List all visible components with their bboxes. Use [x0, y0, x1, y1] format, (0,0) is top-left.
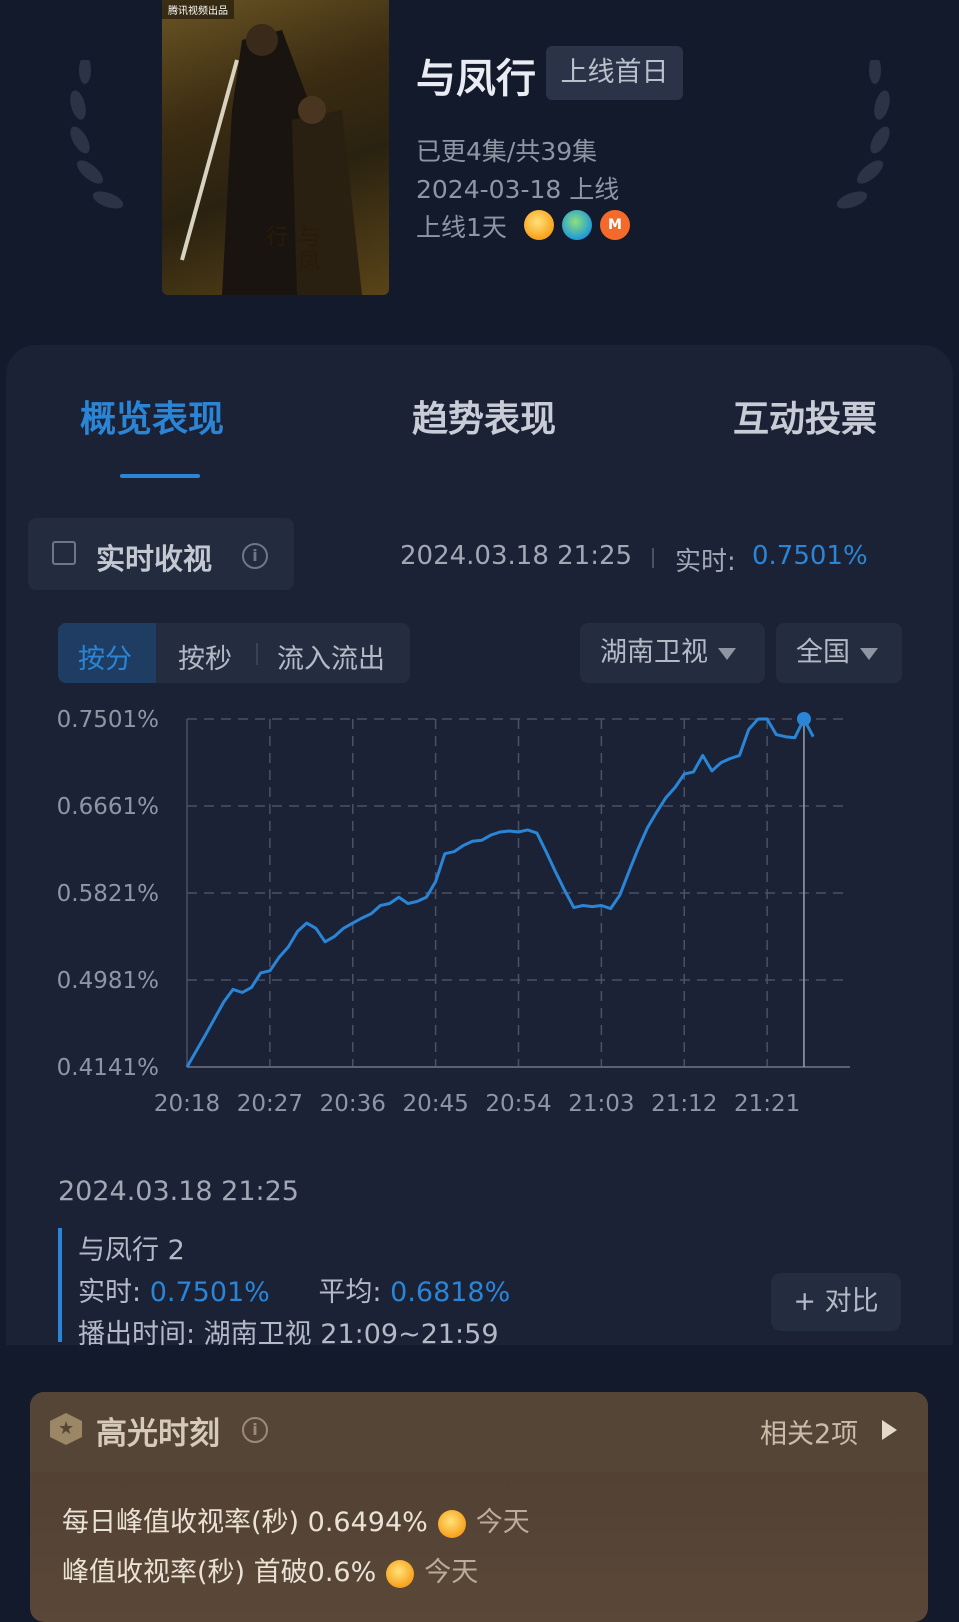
segment-flow[interactable]: 流入流出 — [277, 637, 385, 676]
detail-episode: 与凤行 2 — [78, 1228, 185, 1267]
mgtv-icon[interactable]: M — [600, 210, 630, 240]
tv-icon — [52, 541, 76, 565]
poster-logo: 与凤行 — [258, 225, 322, 295]
highlight-item[interactable]: 峰值收视率(秒) 首破0.6% 今天 — [62, 1550, 478, 1589]
show-poster[interactable]: 腾讯视频出品 与凤行 — [162, 0, 389, 295]
highlight-when: 今天 — [424, 1557, 478, 1588]
highlight-text: 每日峰值收视率(秒) 0.6494% — [62, 1507, 428, 1538]
detail-avg-label: 平均: — [318, 1277, 381, 1308]
y-tick-label: 0.6661% — [57, 794, 159, 820]
poster-badge: 腾讯视频出品 — [162, 0, 234, 19]
mango-tv-coin-icon — [438, 1510, 466, 1538]
realtime-timestamp: 2024.03.18 21:25 — [400, 541, 632, 571]
detail-values: 实时: 0.7501% 平均: 0.6818% — [78, 1270, 510, 1309]
x-tick-label: 20:36 — [320, 1091, 386, 1117]
x-tick-label: 21:21 — [734, 1091, 800, 1117]
series-color-bar — [58, 1228, 62, 1342]
highlight-when: 今天 — [476, 1507, 530, 1538]
detail-date: 2024.03.18 21:25 — [58, 1176, 299, 1207]
highlight-item[interactable]: 每日峰值收视率(秒) 0.6494% 今天 — [62, 1500, 530, 1539]
segment-by-minute[interactable]: 按分 — [78, 637, 132, 676]
detail-airtime: 播出时间: 湖南卫视 21:09~21:59 — [78, 1312, 499, 1351]
detail-avg-value: 0.6818% — [390, 1277, 510, 1308]
laurel-right-icon — [830, 60, 900, 220]
release-tag: 上线首日 — [546, 46, 683, 100]
tab-trend[interactable]: 趋势表现 — [412, 390, 556, 442]
chevron-down-icon — [718, 648, 736, 660]
segment-by-second[interactable]: 按秒 — [178, 637, 232, 676]
rating-line-chart[interactable]: 0.7501% 0.6661% 0.5821% 0.4981% 0.4141% 20:18… — [40, 700, 920, 1140]
x-tick-label: 21:12 — [651, 1091, 717, 1117]
platform-list: M — [524, 210, 630, 240]
region-dropdown[interactable]: 全国 — [776, 623, 902, 683]
y-tick-label: 0.5821% — [57, 881, 159, 907]
cursor-marker — [797, 712, 811, 726]
x-tick-label: 20:18 — [154, 1091, 220, 1117]
tab-vote[interactable]: 互动投票 — [733, 390, 877, 442]
release-date: 2024-03-18 上线 — [416, 170, 619, 206]
highlight-text: 峰值收视率(秒) 首破0.6% — [62, 1557, 376, 1588]
tab-active-indicator — [120, 474, 200, 478]
highlights-title: 高光时刻 — [96, 1408, 220, 1453]
episode-count: 已更4集/共39集 — [416, 132, 597, 168]
info-icon[interactable]: i — [242, 1417, 268, 1443]
region-value: 全国 — [796, 637, 850, 668]
mango-tv-coin-icon — [386, 1560, 414, 1588]
show-title: 与凤行 — [416, 46, 536, 104]
segment-divider — [256, 643, 258, 665]
x-tick-label: 21:03 — [568, 1091, 634, 1117]
detail-live-label: 实时: — [78, 1277, 141, 1308]
days-online: 上线1天 — [416, 208, 507, 244]
y-tick-label: 0.4981% — [57, 968, 159, 994]
x-tick-label: 20:27 — [237, 1091, 303, 1117]
detail-live-value: 0.7501% — [150, 1277, 270, 1308]
mango-tv-coin-icon[interactable] — [524, 210, 554, 240]
channel-dropdown[interactable]: 湖南卫视 — [580, 623, 765, 683]
x-tick-label: 20:45 — [402, 1091, 468, 1117]
realtime-live-value: 0.7501% — [752, 541, 868, 571]
divider — [652, 548, 654, 568]
tab-overview[interactable]: 概览表现 — [80, 390, 224, 442]
y-tick-label: 0.4141% — [57, 1055, 159, 1081]
compare-button[interactable]: + 对比 — [771, 1273, 901, 1331]
realtime-label: 实时收视 — [96, 536, 212, 578]
laurel-left-icon — [60, 60, 130, 220]
realtime-live-label: 实时: — [675, 541, 736, 578]
chevron-right-icon[interactable] — [882, 1420, 897, 1440]
x-tick-label: 20:54 — [485, 1091, 551, 1117]
channel-value: 湖南卫视 — [600, 637, 708, 668]
star-icon: ★ — [58, 1418, 74, 1439]
y-tick-label: 0.7501% — [57, 707, 159, 733]
chevron-down-icon — [860, 648, 878, 660]
highlights-related[interactable]: 相关2项 — [760, 1412, 858, 1451]
tencent-video-icon[interactable] — [562, 210, 592, 240]
info-icon[interactable]: i — [242, 543, 268, 569]
